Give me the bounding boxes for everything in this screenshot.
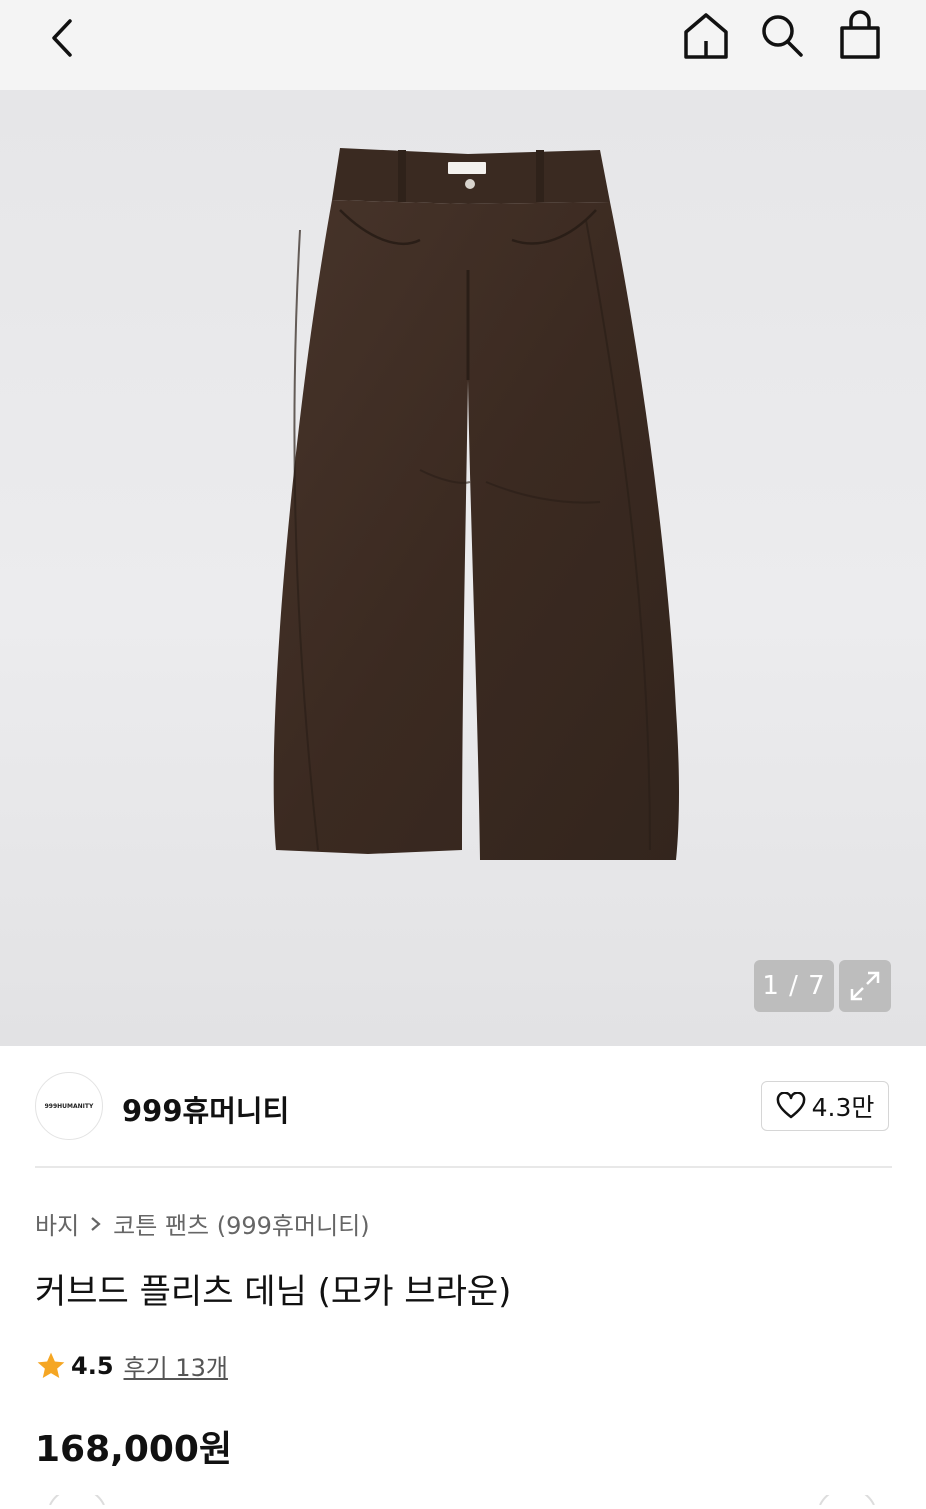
partial-circles [49, 1487, 875, 1506]
top-navigation-bar [0, 0, 926, 90]
like-button[interactable]: 4.3만 [761, 1081, 889, 1131]
brand-row: 999HUMANITY 999휴머니티 4.3만 [0, 1046, 926, 1166]
reviews-link[interactable]: 후기 13개 [124, 1348, 228, 1383]
search-icon [762, 15, 803, 57]
star-icon [37, 1352, 65, 1378]
shopping-bag-icon [840, 10, 880, 59]
search-button[interactable] [754, 8, 810, 64]
next-section-edge [0, 1487, 926, 1506]
heart-icon [776, 1092, 805, 1119]
brand-logo[interactable]: 999HUMANITY [35, 1072, 103, 1140]
breadcrumb-subcategory[interactable]: 코튼 팬츠 (999휴머니티) [113, 1206, 369, 1241]
home-button[interactable] [678, 8, 734, 64]
chevron-left-icon [52, 19, 72, 57]
product-image-gallery[interactable]: 1 / 7 [0, 90, 926, 1046]
home-icon [684, 13, 728, 59]
expand-image-button[interactable] [839, 960, 891, 1012]
product-image [273, 148, 679, 860]
breadcrumb: 바지 코튼 팬츠 (999휴머니티) [35, 1206, 370, 1241]
product-title: 커브드 플리츠 데님 (모카 브라운) [35, 1272, 512, 1312]
rating-score: 4.5 [71, 1351, 114, 1380]
like-count: 4.3만 [811, 1093, 875, 1122]
brand-logo-text: 999HUMANITY [44, 1102, 94, 1110]
rating-summary: 4.5 후기 13개 [35, 1348, 228, 1383]
cart-button[interactable] [832, 8, 888, 64]
brand-name[interactable]: 999휴머니티 [122, 1088, 289, 1130]
breadcrumb-category[interactable]: 바지 [35, 1206, 79, 1241]
back-button[interactable] [34, 10, 90, 66]
chevron-right-icon [91, 1216, 101, 1231]
divider [35, 1166, 892, 1168]
product-price: 168,000원 [35, 1429, 233, 1470]
image-counter: 1 / 7 [754, 960, 834, 1012]
expand-icon [850, 971, 880, 1001]
